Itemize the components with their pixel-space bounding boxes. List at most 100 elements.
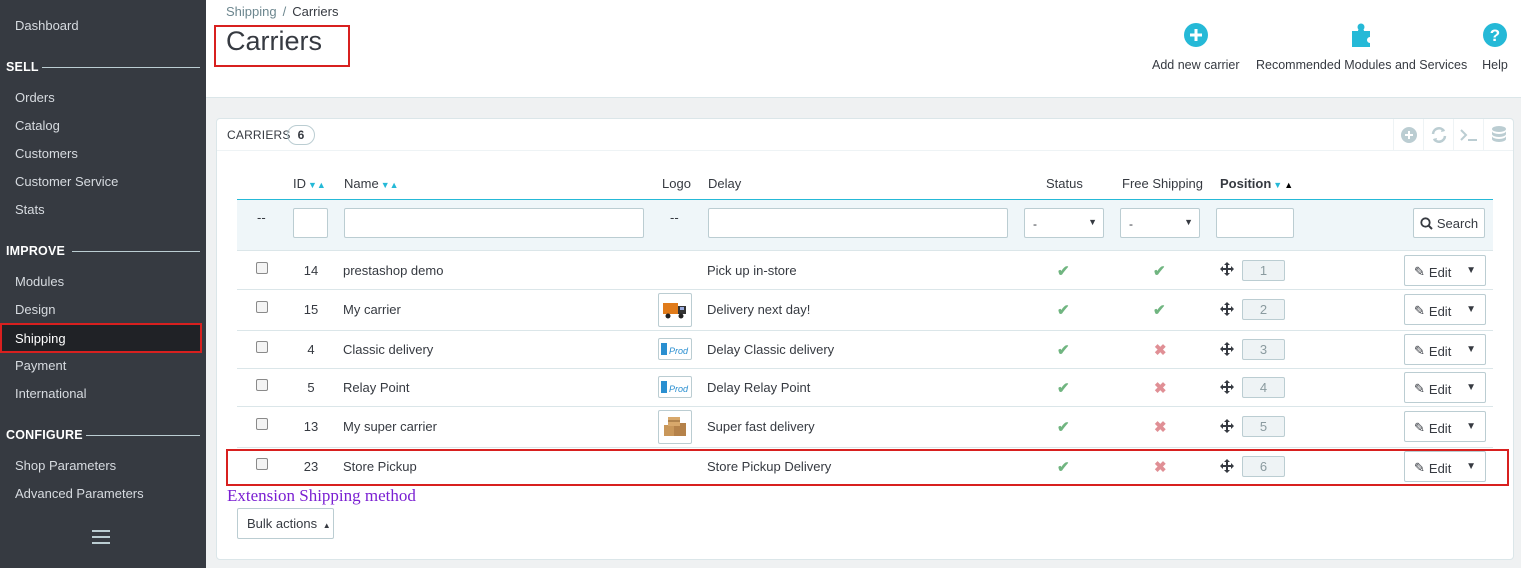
nav-advanced-parameters[interactable]: Advanced Parameters [15, 486, 144, 501]
table-row[interactable]: 15 My carrier Delivery next day! ✔ ✔ 2 ✎… [237, 290, 1493, 331]
row-checkbox[interactable] [256, 379, 268, 391]
edit-label: Edit [1428, 420, 1452, 436]
caret-down-icon[interactable]: ▼ [1466, 265, 1476, 276]
row-id: 13 [303, 419, 319, 434]
row-highlight-box [226, 449, 1509, 486]
filter-id-input[interactable] [293, 208, 328, 238]
edit-label: Edit [1428, 343, 1452, 359]
column-header-position[interactable]: Position ▼ ▲ [1220, 176, 1293, 191]
free-shipping-yes-icon[interactable]: ✔ [1153, 262, 1166, 280]
search-button[interactable]: Search [1413, 208, 1485, 238]
caret-down-icon[interactable]: ▼ [1466, 382, 1476, 393]
table-row[interactable]: 5 Relay Point Prod Delay Relay Point ✔ ✖… [237, 369, 1493, 407]
sort-arrows-icon[interactable]: ▼▲ [381, 180, 399, 190]
row-checkbox[interactable] [256, 418, 268, 430]
filter-logo-placeholder: -- [670, 210, 679, 225]
menu-collapse-icon[interactable] [92, 530, 110, 548]
pencil-icon: ✎ [1414, 420, 1425, 435]
nav-customers[interactable]: Customers [15, 146, 78, 161]
free-shipping-no-icon[interactable]: ✖ [1154, 379, 1167, 397]
breadcrumb-carriers: Carriers [292, 4, 339, 19]
edit-button[interactable]: ✎ Edit ▼ [1404, 294, 1486, 325]
add-new-carrier-button[interactable]: Add new carrier [1152, 20, 1240, 72]
table-row[interactable]: 13 My super carrier Super fast delivery … [237, 407, 1493, 448]
recommended-modules-button[interactable]: Recommended Modules and Services [1256, 20, 1467, 72]
caret-down-icon[interactable]: ▼ [1466, 421, 1476, 432]
filter-delay-input[interactable] [708, 208, 1008, 238]
status-enabled-icon[interactable]: ✔ [1057, 262, 1070, 280]
edit-button[interactable]: ✎ Edit ▼ [1404, 334, 1486, 365]
section-divider [42, 67, 200, 68]
carrier-count-badge: 6 [287, 125, 315, 145]
filter-position-input[interactable] [1216, 208, 1294, 238]
status-enabled-icon[interactable]: ✔ [1057, 341, 1070, 359]
nav-international[interactable]: International [15, 386, 87, 401]
nav-design[interactable]: Design [15, 302, 55, 317]
free-shipping-no-icon[interactable]: ✖ [1154, 418, 1167, 436]
terminal-icon[interactable] [1453, 119, 1483, 151]
row-checkbox[interactable] [256, 341, 268, 353]
svg-text:Prod: Prod [669, 346, 689, 356]
nav-payment[interactable]: Payment [15, 358, 66, 373]
caret-up-icon: ▲ [322, 521, 331, 530]
puzzle-icon [1256, 20, 1467, 50]
position-box: 1 [1242, 260, 1285, 281]
drag-handle-icon[interactable] [1220, 342, 1234, 359]
caret-down-icon[interactable]: ▼ [1466, 344, 1476, 355]
pencil-icon: ✎ [1414, 343, 1425, 358]
nav-orders[interactable]: Orders [15, 90, 55, 105]
filter-status-select[interactable]: - ▼ [1024, 208, 1104, 238]
row-name: My carrier [343, 302, 401, 317]
free-shipping-yes-icon[interactable]: ✔ [1153, 301, 1166, 319]
breadcrumb-shipping[interactable]: Shipping [226, 4, 277, 19]
drag-handle-icon[interactable] [1220, 262, 1234, 279]
nav-shop-parameters[interactable]: Shop Parameters [15, 458, 116, 473]
nav-shipping[interactable]: Shipping [0, 323, 202, 353]
row-delay: Pick up in-store [707, 263, 797, 278]
filter-free-shipping-select[interactable]: - ▼ [1120, 208, 1200, 238]
svg-text:?: ? [1490, 26, 1500, 45]
edit-button[interactable]: ✎ Edit ▼ [1404, 255, 1486, 286]
nav-section-sell: SELL [6, 60, 39, 74]
free-shipping-no-icon[interactable]: ✖ [1154, 341, 1167, 359]
row-id: 5 [307, 380, 315, 395]
breadcrumb-separator: / [282, 4, 287, 19]
table-row[interactable]: 4 Classic delivery Prod Delay Classic de… [237, 331, 1493, 369]
edit-label: Edit [1428, 381, 1452, 397]
drag-handle-icon[interactable] [1220, 419, 1234, 436]
sort-desc-icon[interactable]: ▼ [1273, 180, 1282, 190]
chevron-down-icon: ▼ [1088, 217, 1097, 227]
row-checkbox[interactable] [256, 301, 268, 313]
filter-name-input[interactable] [344, 208, 644, 238]
status-enabled-icon[interactable]: ✔ [1057, 301, 1070, 319]
nav-catalog[interactable]: Catalog [15, 118, 60, 133]
nav-modules[interactable]: Modules [15, 274, 64, 289]
breadcrumb: Shipping / Carriers [226, 4, 338, 19]
column-header-name[interactable]: Name ▼▲ [344, 176, 399, 191]
bulk-actions-button[interactable]: Bulk actions ▲ [237, 508, 334, 539]
row-id: 14 [303, 263, 319, 278]
refresh-icon[interactable] [1423, 119, 1453, 151]
panel-actions [1393, 119, 1513, 151]
status-enabled-icon[interactable]: ✔ [1057, 418, 1070, 436]
pencil-icon: ✎ [1414, 303, 1425, 318]
edit-button[interactable]: ✎ Edit ▼ [1404, 372, 1486, 403]
help-button[interactable]: ? Help [1482, 20, 1508, 72]
table-row[interactable]: 14 prestashop demo Pick up in-store ✔ ✔ … [237, 252, 1493, 290]
status-enabled-icon[interactable]: ✔ [1057, 379, 1070, 397]
sort-asc-icon[interactable]: ▲ [1284, 180, 1293, 190]
nav-dashboard[interactable]: Dashboard [15, 18, 79, 33]
nav-stats[interactable]: Stats [15, 202, 45, 217]
sort-arrows-icon[interactable]: ▼▲ [308, 180, 326, 190]
caret-down-icon[interactable]: ▼ [1466, 304, 1476, 315]
add-icon[interactable] [1393, 119, 1423, 151]
database-icon[interactable] [1483, 119, 1513, 151]
drag-handle-icon[interactable] [1220, 302, 1234, 319]
drag-handle-icon[interactable] [1220, 380, 1234, 397]
column-header-id[interactable]: ID ▼▲ [293, 176, 326, 191]
edit-button[interactable]: ✎ Edit ▼ [1404, 411, 1486, 442]
nav-customer-service[interactable]: Customer Service [15, 174, 118, 189]
position-box: 5 [1242, 416, 1285, 437]
row-name: Relay Point [343, 380, 410, 395]
row-checkbox[interactable] [256, 262, 268, 274]
